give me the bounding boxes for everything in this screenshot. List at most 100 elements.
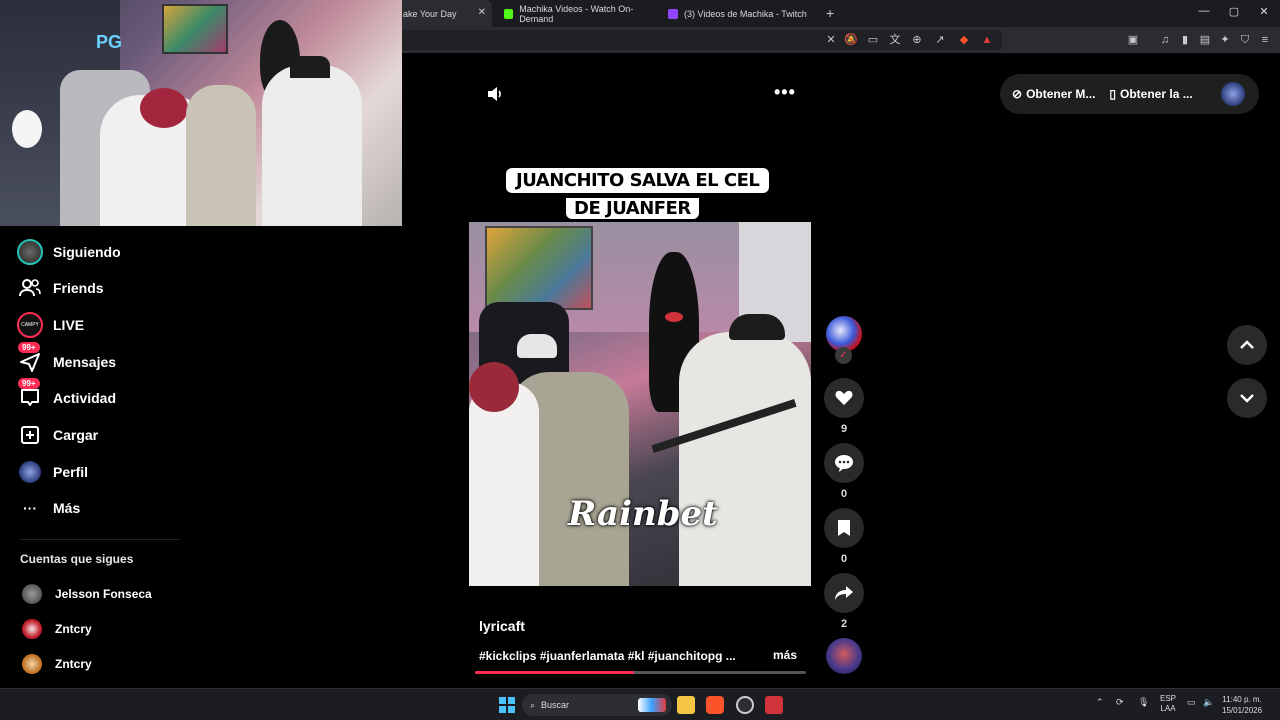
new-tab-button[interactable]: + [826, 5, 834, 21]
chevron-down-icon [1240, 394, 1254, 403]
video-caption-line2: DE JUANFER [566, 198, 699, 219]
like-button[interactable] [824, 378, 864, 418]
painting [162, 4, 228, 54]
account-name: Zntcry [55, 622, 92, 636]
following-account[interactable]: Zntcry [22, 653, 92, 675]
person-3 [262, 65, 362, 226]
brave-shield-icon[interactable]: ◆ [957, 33, 971, 47]
following-check-icon[interactable]: ✓ [835, 347, 852, 364]
language-indicator[interactable]: ESP LAA [1160, 694, 1176, 714]
lang-bottom: LAA [1160, 704, 1176, 713]
leo-icon[interactable]: ✦ [1218, 33, 1232, 47]
windows-start-icon[interactable] [499, 697, 515, 713]
coin-icon: ⊘ [1012, 87, 1023, 101]
person-left-hair [469, 362, 519, 412]
sidebar-item-label: Actividad [53, 390, 117, 406]
media-icon[interactable]: ♫ [1158, 33, 1172, 47]
messages-badge: 99+ [18, 342, 40, 353]
sidebar-item-more[interactable]: ··· Más [16, 493, 80, 523]
expand-description-button[interactable]: más [773, 648, 797, 662]
following-account[interactable]: Jelsson Fonseca [22, 583, 152, 605]
upload-icon [16, 421, 44, 449]
clock-date: 15/01/2026 [1222, 706, 1263, 715]
cast-icon[interactable]: ▭ [866, 33, 880, 47]
microphone-icon[interactable]: 🎙 [1138, 697, 1149, 708]
person-2 [186, 85, 256, 226]
brave-browser-icon[interactable] [706, 696, 724, 714]
sidebar-divider [20, 539, 180, 540]
next-video-button[interactable] [1227, 378, 1267, 418]
sidebar-item-friends[interactable]: Friends [16, 273, 104, 303]
heart-icon [835, 390, 853, 405]
tab-title: Machika Videos - Watch On-Demand [519, 3, 634, 24]
share-button[interactable] [824, 573, 864, 613]
following-account[interactable]: Zntcry [22, 618, 92, 640]
obs-icon[interactable] [736, 696, 754, 714]
maximize-icon[interactable]: ▢ [1227, 5, 1241, 18]
comment-button[interactable] [824, 443, 864, 483]
close-tab-icon[interactable]: ✕ [478, 7, 486, 18]
sync-icon[interactable]: ⟳ [1116, 697, 1124, 708]
sidebar-item-messages[interactable]: 99+ Mensajes [16, 342, 116, 377]
save-count: 0 [840, 553, 848, 565]
profile-avatar-icon [16, 458, 44, 486]
kick-icon [504, 8, 514, 19]
profile-avatar[interactable] [1221, 82, 1245, 106]
bookmark-icon [838, 520, 850, 536]
search-highlight-icon [638, 698, 666, 712]
more-icon: ··· [23, 500, 37, 516]
painting [485, 226, 593, 310]
menu-icon[interactable]: ≡ [1258, 33, 1272, 47]
person-1-hair [140, 88, 188, 128]
share-page-icon[interactable]: ↗ [933, 33, 947, 47]
sidebar-item-label: Más [53, 500, 81, 516]
tab-active[interactable]: ake Your Day ✕ [395, 0, 492, 27]
tab-twitch[interactable]: (3) Videos de Machika - Twitch [660, 0, 820, 27]
file-explorer-icon[interactable] [677, 696, 695, 714]
save-button[interactable] [824, 508, 864, 548]
sidebar-item-label: LIVE [53, 317, 85, 333]
sidebar-item-activity[interactable]: 99+ Actividad [16, 378, 117, 413]
screenshot-icon[interactable]: ▣ [1126, 33, 1140, 47]
get-app-button[interactable]: ▯ Obtener la ... [1109, 87, 1192, 101]
music-disc[interactable] [826, 638, 862, 674]
minimize-icon[interactable]: — [1197, 5, 1211, 17]
like-count: 9 [840, 423, 848, 435]
taskbar-search[interactable]: ⌕ Buscar [522, 694, 672, 716]
video-author[interactable]: lyricaft [479, 618, 525, 634]
plush-toy [12, 110, 42, 148]
tab-kick[interactable]: Machika Videos - Watch On-Demand [496, 0, 656, 27]
sidebar-item-live[interactable]: CAMPY LIVE [16, 310, 84, 340]
sidebar-item-upload[interactable]: Cargar [16, 420, 98, 450]
rewards-icon[interactable]: ▲ [980, 33, 994, 47]
sidebar-item-following[interactable]: Siguiendo [16, 237, 121, 267]
notifications-off-icon[interactable]: 🔕 [844, 33, 858, 47]
share-count: 2 [840, 618, 848, 630]
twitch-icon [668, 8, 678, 19]
taskbar-clock[interactable]: 11:40 p. m. 15/01/2026 [1222, 694, 1262, 716]
lang-top: ESP [1160, 694, 1177, 703]
app-icon[interactable] [765, 696, 783, 714]
avatar [22, 584, 42, 604]
neon-sign: PG [96, 32, 123, 52]
sidebar-item-profile[interactable]: Perfil [16, 457, 88, 487]
wallet-icon[interactable]: ▤ [1198, 33, 1212, 47]
video-caption-line1: JUANCHITO SALVA EL CEL [506, 168, 770, 193]
get-coins-button[interactable]: ⊘ Obtener M... [1012, 87, 1095, 101]
network-icon[interactable]: ▭ [1187, 697, 1196, 708]
sidebar-icon[interactable]: ▮ [1178, 33, 1192, 47]
tray-expand-icon[interactable]: ⌃ [1096, 697, 1104, 708]
tracking-off-icon[interactable]: ✕ [824, 33, 838, 47]
sidebar-item-label: Friends [53, 280, 104, 296]
volume-tray-icon[interactable]: 🔈 [1203, 697, 1214, 708]
zoom-icon[interactable]: ⊕ [910, 33, 924, 47]
volume-icon[interactable] [486, 85, 504, 103]
vpn-icon[interactable]: ⛉ [1238, 33, 1252, 47]
video-progress-bar[interactable] [475, 671, 806, 674]
translate-icon[interactable]: 文 [888, 33, 902, 47]
previous-video-button[interactable] [1227, 325, 1267, 365]
tab-title: ake Your Day [403, 8, 457, 19]
close-window-icon[interactable]: ✕ [1257, 5, 1271, 18]
following-section-title: Cuentas que sigues [20, 552, 134, 566]
video-menu-button[interactable]: ••• [774, 82, 796, 103]
